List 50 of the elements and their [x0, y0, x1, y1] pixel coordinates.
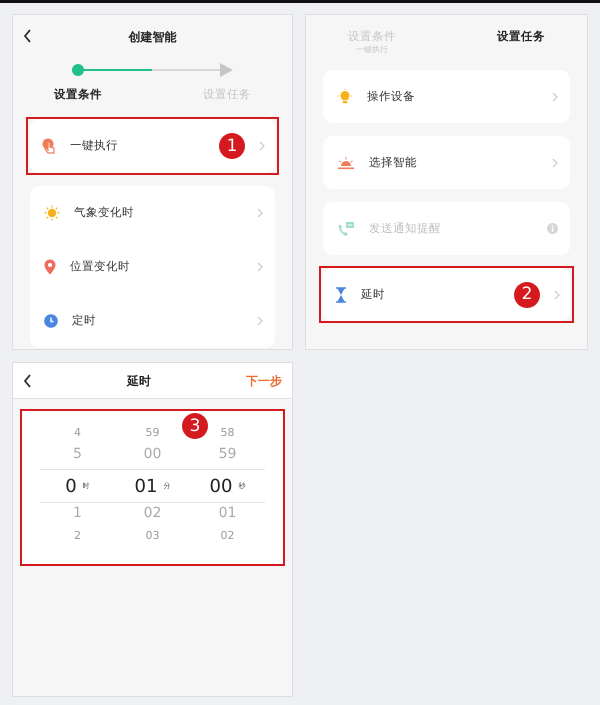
list-item[interactable]: 一键执行 1	[28, 119, 277, 173]
list-item[interactable]: 选择智能	[323, 136, 570, 189]
chevron-icon[interactable]	[257, 262, 263, 272]
picker-value[interactable]: 01	[134, 472, 158, 500]
picker-value[interactable]: 0	[65, 472, 77, 500]
list-item[interactable]: 延时 2	[321, 268, 572, 321]
chevron-icon[interactable]	[552, 92, 558, 102]
picker-value[interactable]: 5	[73, 444, 82, 465]
chevron-icon[interactable]	[552, 158, 558, 168]
picker-value[interactable]: 03	[146, 528, 160, 544]
picker-value[interactable]: 1	[73, 503, 82, 524]
step-dot-icon	[72, 64, 84, 76]
picker-value[interactable]: 01	[218, 503, 236, 524]
annotation-marker: 2	[514, 282, 540, 308]
chevron-icon[interactable]	[257, 208, 263, 218]
annotation-marker: 1	[219, 133, 245, 159]
next-button[interactable]: 下一步	[246, 372, 282, 390]
phone-message-icon	[337, 220, 355, 236]
picker-value[interactable]: 02	[144, 503, 162, 524]
back-icon[interactable]	[23, 374, 32, 388]
back-icon[interactable]	[23, 29, 32, 43]
location-pin-icon	[44, 259, 56, 275]
picker-value[interactable]: 58	[220, 425, 234, 442]
annotation-marker: 3	[182, 413, 208, 439]
picker-value[interactable]: 02	[220, 528, 234, 544]
clock-icon	[44, 314, 58, 328]
info-icon	[547, 223, 558, 234]
step-label[interactable]: 设置任务	[484, 29, 558, 44]
picker-value[interactable]: 00	[144, 444, 162, 465]
list-item[interactable]: 定时	[30, 294, 275, 348]
hand-icon	[42, 138, 56, 154]
picker-value[interactable]: 2	[74, 528, 81, 544]
chevron-icon[interactable]	[257, 316, 263, 326]
step-label[interactable]: 设置条件	[41, 87, 115, 102]
picker-value[interactable]: 59	[218, 444, 236, 465]
arrow-head-icon	[220, 63, 233, 77]
lightbulb-icon	[337, 88, 353, 104]
picker-value[interactable]: 4	[74, 425, 81, 442]
chevron-icon[interactable]	[554, 290, 560, 300]
sunrise-icon	[337, 156, 355, 170]
screen-title: 延时	[127, 372, 151, 390]
screen-title: 创建智能	[128, 29, 176, 46]
list-item[interactable]: 气象变化时	[30, 186, 275, 240]
sun-icon	[44, 205, 60, 221]
picker-value[interactable]: 59	[146, 425, 160, 442]
chevron-icon[interactable]	[259, 141, 265, 151]
list-item[interactable]: 位置变化时	[30, 240, 275, 294]
picker-value[interactable]: 00	[210, 472, 232, 500]
list-item[interactable]: 操作设备	[323, 70, 570, 123]
hourglass-icon	[335, 286, 347, 302]
